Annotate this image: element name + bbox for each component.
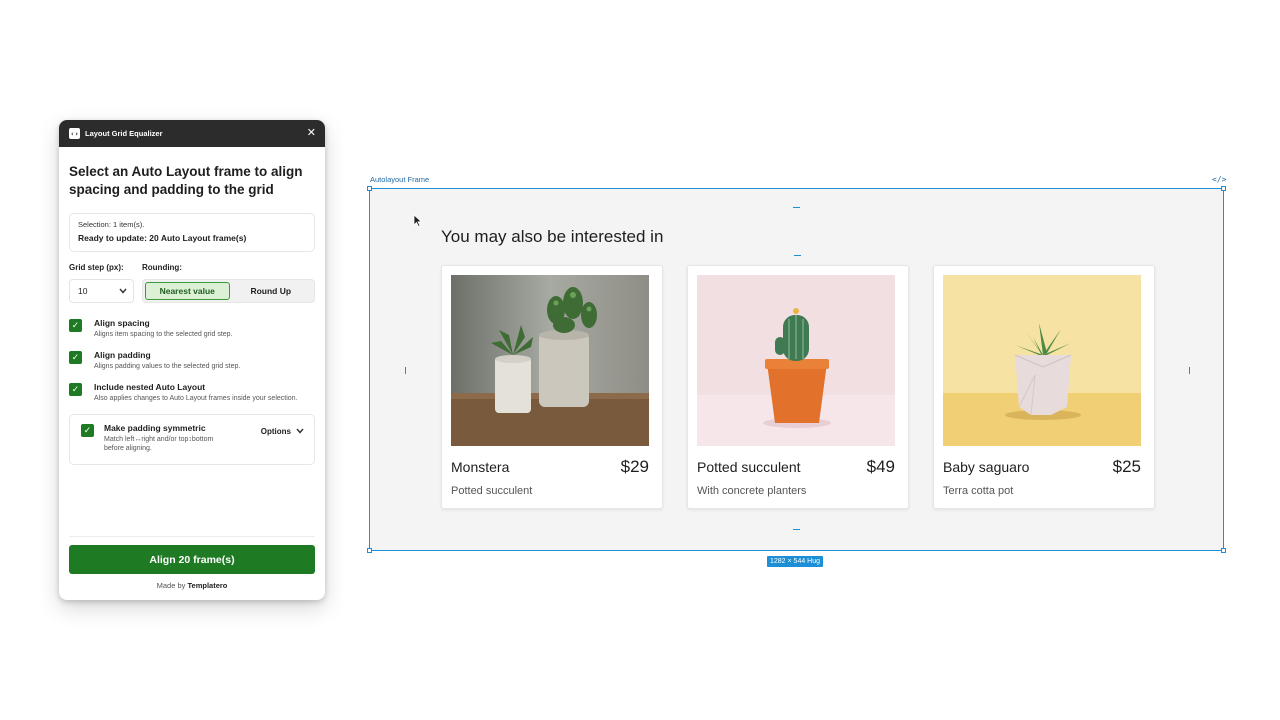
resize-handle-top-right[interactable]: [1221, 186, 1226, 191]
resize-handle-bottom-right[interactable]: [1221, 548, 1226, 553]
include-nested-desc: Also applies changes to Auto Layout fram…: [94, 395, 298, 402]
align-spacing-desc: Aligns item spacing to the selected grid…: [94, 331, 233, 338]
grid-step-select[interactable]: 10: [69, 279, 134, 303]
product-price: $29: [620, 457, 649, 476]
made-by-credit: Made by Templatero: [59, 581, 325, 590]
chevron-down-icon: [119, 287, 127, 296]
frame-label[interactable]: Autolayout Frame: [370, 175, 429, 184]
product-image: [943, 275, 1141, 446]
selection-info: Selection: 1 item(s). Ready to update: 2…: [69, 213, 315, 252]
grid-step-value: 10: [78, 286, 88, 296]
option-align-spacing: ✓ Align spacing Aligns item spacing to t…: [69, 318, 315, 339]
product-name: Potted succulent: [697, 459, 801, 475]
rounding-label: Rounding:: [142, 263, 182, 272]
option-include-nested: ✓ Include nested Auto Layout Also applie…: [69, 382, 315, 403]
options-dropdown[interactable]: Options: [261, 427, 304, 436]
chevron-down-icon: [296, 427, 304, 436]
align-frames-button[interactable]: Align 20 frame(s): [69, 545, 315, 574]
product-subtitle: Potted succulent: [451, 485, 533, 497]
include-nested-checkbox[interactable]: ✓: [69, 383, 82, 396]
symmetric-padding-desc: Match left↔right and/or top↕bottom befor…: [104, 436, 214, 452]
autolayout-frame[interactable]: You may also be interested in Monstera $…: [367, 186, 1226, 553]
made-by-link[interactable]: Templatero: [188, 581, 228, 590]
padding-left-indicator[interactable]: [405, 367, 406, 374]
rounding-nearest-button[interactable]: Nearest value: [145, 282, 230, 300]
align-padding-title: Align padding: [94, 350, 151, 360]
option-align-padding: ✓ Align padding Aligns padding values to…: [69, 350, 315, 371]
plugin-window: ‹› Layout Grid Equalizer ✕ Select an Aut…: [59, 120, 325, 600]
frame-size-badge: 1282 × 544 Hug: [767, 556, 824, 567]
product-card[interactable]: Baby saguaro $25 Terra cotta pot: [933, 265, 1155, 509]
selection-count: Selection: 1 item(s).: [78, 220, 145, 229]
close-icon[interactable]: ✕: [307, 128, 316, 139]
code-icon[interactable]: </>: [1212, 175, 1226, 184]
plugin-heading: Select an Auto Layout frame to align spa…: [69, 164, 303, 197]
resize-handle-top-left[interactable]: [367, 186, 372, 191]
section-title: You may also be interested in: [441, 227, 664, 246]
code-icon: ‹›: [69, 128, 80, 139]
product-card[interactable]: Monstera $29 Potted succulent: [441, 265, 663, 509]
selection-status: Ready to update: 20 Auto Layout frame(s): [78, 233, 247, 243]
padding-right-indicator[interactable]: [1189, 367, 1190, 374]
made-by-prefix: Made by: [156, 581, 186, 590]
plugin-titlebar: ‹› Layout Grid Equalizer ✕: [59, 120, 325, 147]
rounding-toggle: Nearest value Round Up: [142, 279, 315, 303]
gap-indicator[interactable]: [794, 255, 801, 256]
plugin-title: Layout Grid Equalizer: [85, 129, 163, 138]
padding-bottom-indicator[interactable]: [793, 529, 800, 530]
product-subtitle: With concrete planters: [697, 485, 807, 497]
align-padding-checkbox[interactable]: ✓: [69, 351, 82, 364]
product-price: $49: [866, 457, 895, 476]
product-card[interactable]: Potted succulent $49 With concrete plant…: [687, 265, 909, 509]
include-nested-title: Include nested Auto Layout: [94, 382, 206, 392]
product-name: Monstera: [451, 459, 510, 475]
symmetric-padding-box: ✓ Make padding symmetric Match left↔righ…: [69, 414, 315, 465]
product-name: Baby saguaro: [943, 459, 1030, 475]
align-padding-desc: Aligns padding values to the selected gr…: [94, 363, 241, 370]
product-subtitle: Terra cotta pot: [943, 485, 1014, 497]
product-image: [697, 275, 895, 446]
divider: [69, 536, 315, 537]
product-price: $25: [1112, 457, 1141, 476]
symmetric-padding-checkbox[interactable]: ✓: [81, 424, 94, 437]
rounding-up-button[interactable]: Round Up: [230, 282, 313, 300]
align-spacing-checkbox[interactable]: ✓: [69, 319, 82, 332]
align-spacing-title: Align spacing: [94, 318, 150, 328]
padding-top-indicator[interactable]: [793, 207, 800, 208]
mouse-cursor-icon: [413, 214, 423, 232]
options-label: Options: [260, 427, 291, 436]
symmetric-padding-title: Make padding symmetric: [104, 423, 206, 433]
grid-step-label: Grid step (px):: [69, 263, 124, 272]
product-image: [451, 275, 649, 446]
resize-handle-bottom-left[interactable]: [367, 548, 372, 553]
